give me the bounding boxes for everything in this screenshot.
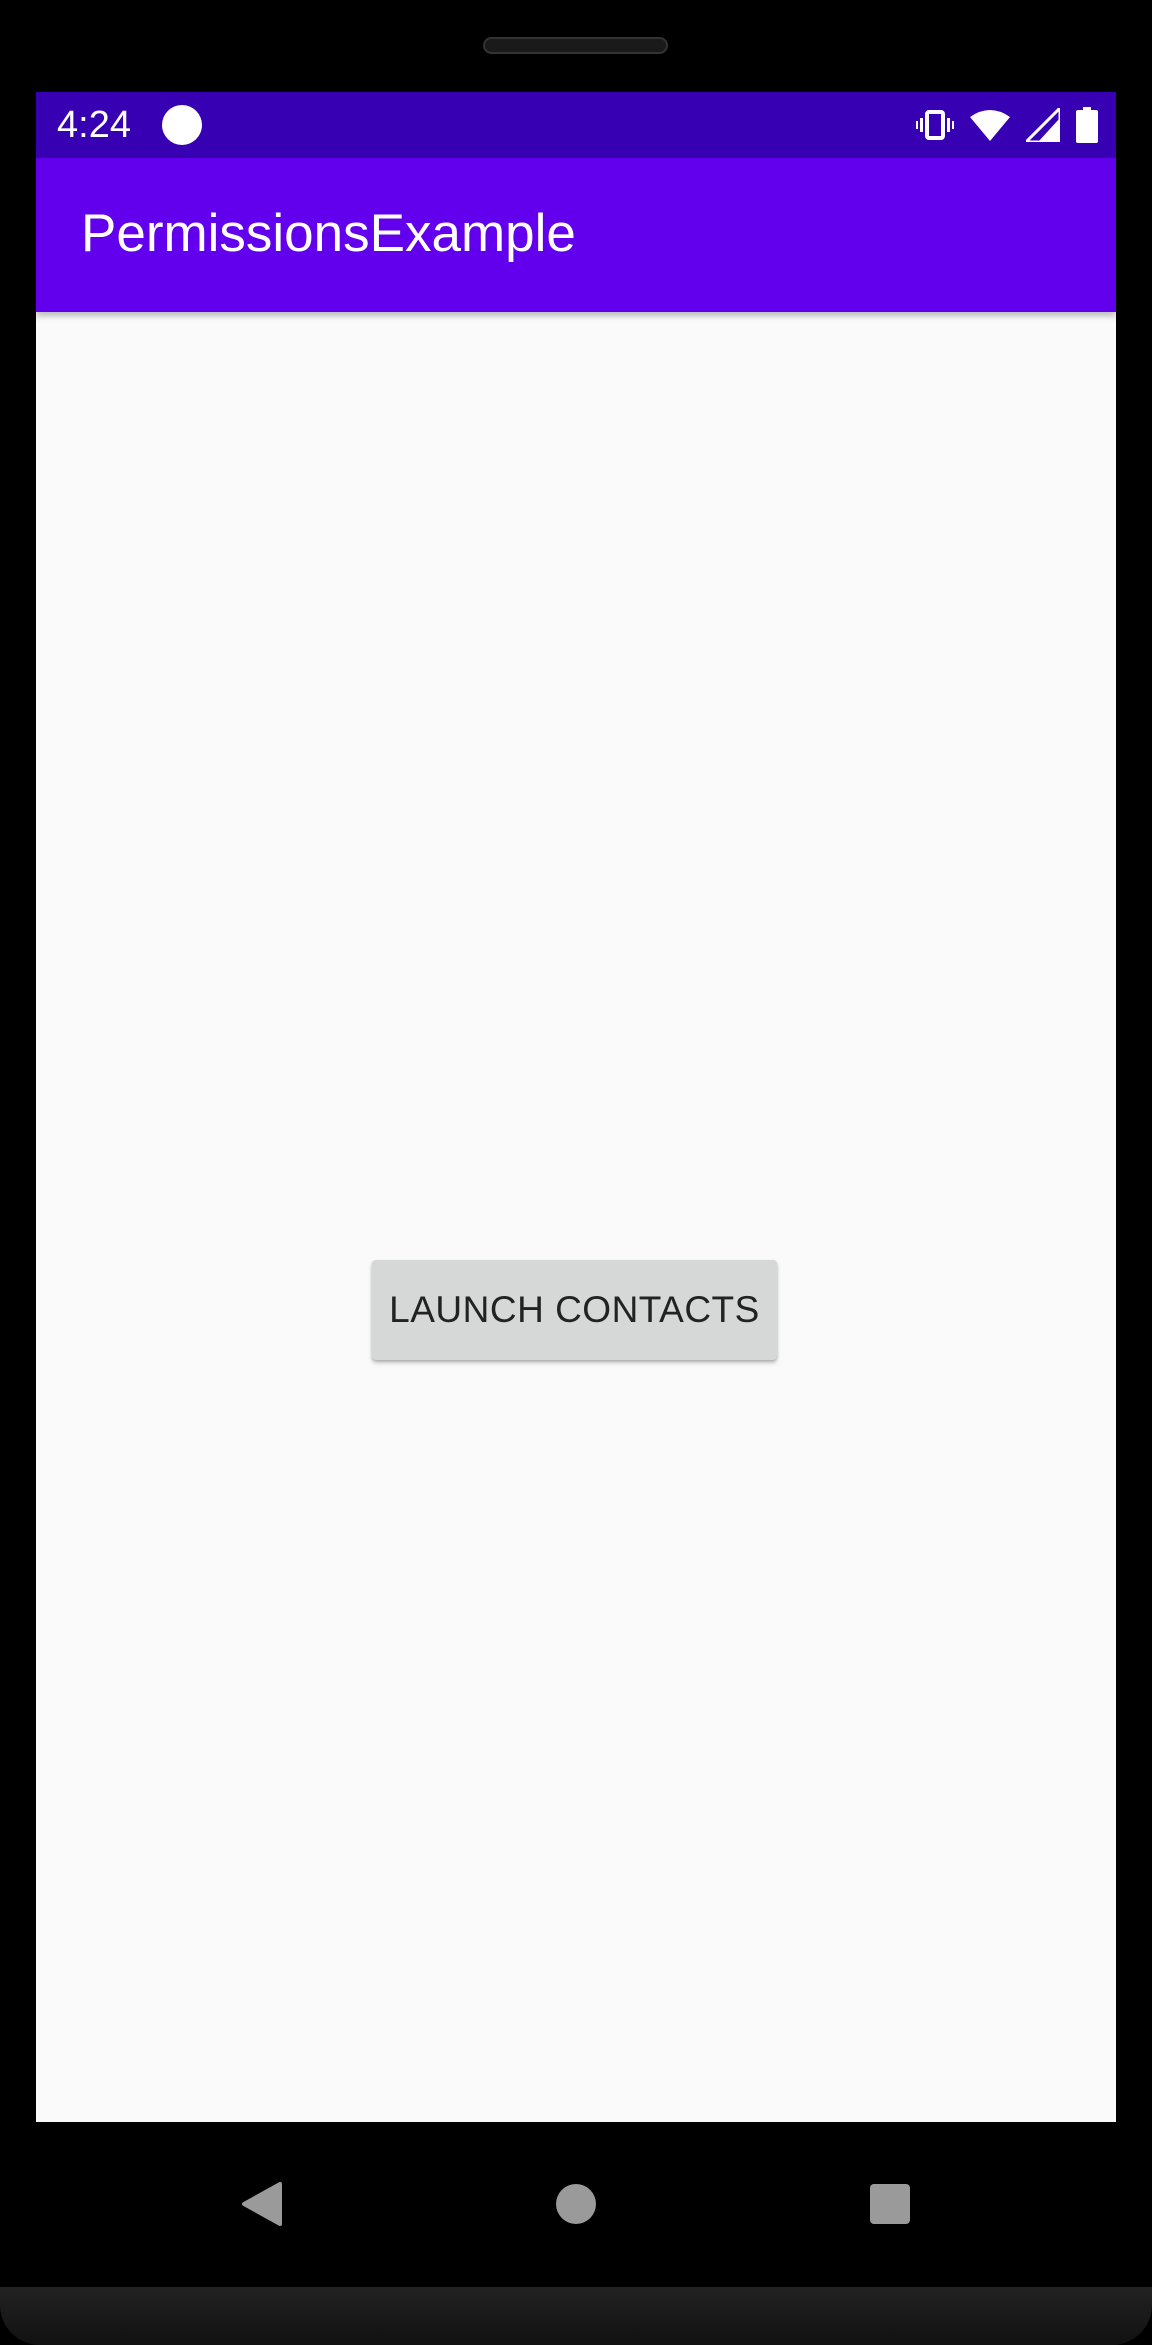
wifi-icon [970, 109, 1010, 141]
home-icon[interactable] [536, 2164, 616, 2244]
vibrate-icon [916, 109, 954, 141]
status-time: 4:24 [57, 104, 131, 146]
navigation-bar [36, 2122, 1116, 2287]
earpiece-speaker [483, 37, 668, 54]
status-icons [916, 105, 1098, 145]
main-content: LAUNCH CONTACTS [36, 312, 1116, 2122]
back-icon[interactable] [222, 2164, 302, 2244]
recents-icon[interactable] [850, 2164, 930, 2244]
screen: 4:24 PermissionsExample LAUNCH CONTACTS [36, 92, 1116, 2122]
battery-icon [1076, 107, 1098, 143]
app-bar: PermissionsExample [36, 158, 1116, 312]
cell-signal-icon [1026, 108, 1060, 142]
device-frame: 4:24 PermissionsExample LAUNCH CONTACTS [0, 0, 1152, 2345]
launch-contacts-button[interactable]: LAUNCH CONTACTS [372, 1260, 777, 1360]
app-title: PermissionsExample [81, 204, 576, 263]
bottom-bezel [0, 2287, 1152, 2345]
status-bar: 4:24 [36, 92, 1116, 158]
notification-dot-icon [162, 105, 202, 145]
